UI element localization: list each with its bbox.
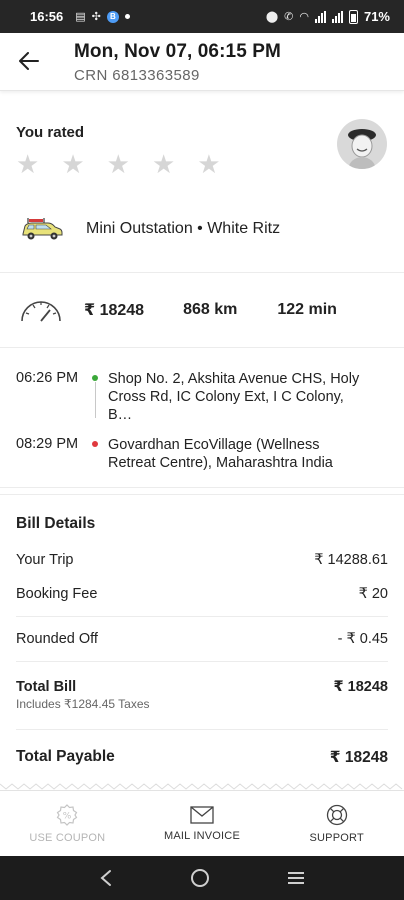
car-icon bbox=[22, 218, 63, 240]
more-notifications-dot bbox=[124, 14, 130, 19]
bill-details: Bill Details Your Trip ₹ 14288.61 Bookin… bbox=[0, 494, 404, 779]
driver-avatar bbox=[337, 119, 387, 169]
wifi-icon: ◠ bbox=[299, 11, 309, 23]
drone-icon: ✣ bbox=[91, 11, 101, 23]
drop-dot-icon bbox=[92, 441, 98, 447]
pickup-dot-icon bbox=[92, 375, 98, 381]
bill-trip-value: ₹ 14288.61 bbox=[314, 552, 388, 568]
trip-distance: 868 km bbox=[183, 301, 238, 318]
star-icon[interactable]: ★ bbox=[16, 151, 39, 177]
location-icon: ⬤ bbox=[265, 11, 279, 23]
bill-booking-fee-value: ₹ 20 bbox=[358, 586, 388, 602]
bill-row-rounded-off: Rounded Off - ₹ 0.45 bbox=[16, 622, 388, 656]
nav-recents-icon[interactable] bbox=[287, 870, 305, 886]
support-label: SUPPORT bbox=[309, 831, 364, 844]
drop-address: Govardhan EcoVillage (Wellness Retreat C… bbox=[108, 437, 333, 471]
bill-rounded-off-label: Rounded Off bbox=[16, 631, 98, 647]
nav-back-icon[interactable] bbox=[99, 869, 113, 887]
rating-section: You rated ★ ★ ★ ★ ★ bbox=[0, 91, 404, 186]
mail-invoice-button[interactable]: MAIL INVOICE bbox=[135, 791, 270, 856]
trip-duration: 122 min bbox=[277, 301, 337, 318]
pickup-row: 06:26 PM Shop No. 2, Akshita Avenue CHS,… bbox=[16, 370, 388, 424]
signal-icon-1 bbox=[314, 10, 326, 23]
status-bar: 16:56 ▤ ✣ B ⬤ ✆ ◠ 71% bbox=[0, 0, 404, 33]
bill-row-booking-fee: Booking Fee ₹ 20 bbox=[16, 577, 388, 611]
pickup-address: Shop No. 2, Akshita Avenue CHS, Holy Cro… bbox=[108, 371, 360, 423]
back-button[interactable] bbox=[0, 41, 58, 81]
divider bbox=[16, 729, 388, 730]
bill-row-trip: Your Trip ₹ 14288.61 bbox=[16, 543, 388, 577]
vehicle-info: Mini Outstation • White Ritz bbox=[0, 186, 404, 273]
bill-booking-fee-label: Booking Fee bbox=[16, 586, 98, 602]
signal-icon-2 bbox=[331, 10, 343, 23]
support-button[interactable]: SUPPORT bbox=[269, 791, 404, 856]
bottom-actions: % USE COUPON MAIL INVOICE SUPPORT bbox=[0, 790, 404, 856]
arrow-left-icon bbox=[19, 52, 39, 70]
driver-icon bbox=[348, 129, 376, 169]
drop-time: 08:29 PM bbox=[16, 436, 79, 452]
total-bill-label: Total Bill bbox=[16, 679, 77, 695]
svg-text:%: % bbox=[63, 811, 72, 821]
use-coupon-button[interactable]: % USE COUPON bbox=[0, 791, 135, 856]
ride-header: Mon, Nov 07, 06:15 PM CRN 6813363589 bbox=[0, 33, 404, 91]
nav-home-icon[interactable] bbox=[190, 868, 210, 888]
system-nav-bar bbox=[0, 856, 404, 900]
crn-number: CRN 6813363589 bbox=[74, 67, 200, 84]
battery-level: 71% bbox=[363, 9, 390, 24]
total-bill-row: Total Bill Includes ₹1284.45 Taxes ₹ 182… bbox=[16, 667, 388, 724]
mail-invoice-label: MAIL INVOICE bbox=[164, 829, 240, 842]
support-icon bbox=[326, 804, 347, 825]
vehicle-name: Mini Outstation • White Ritz bbox=[86, 220, 281, 237]
trip-stats: ₹ 18248 868 km 122 min bbox=[0, 273, 404, 348]
tax-note: Includes ₹1284.45 Taxes bbox=[16, 697, 150, 711]
star-icon[interactable]: ★ bbox=[197, 151, 220, 177]
route-connector bbox=[95, 382, 96, 418]
total-payable-row: Total Payable ₹ 18248 bbox=[16, 735, 388, 779]
trip-fare: ₹ 18248 bbox=[84, 302, 145, 319]
pickup-time: 06:26 PM bbox=[16, 370, 79, 386]
call-wifi-icon: ✆ bbox=[284, 11, 294, 23]
divider bbox=[16, 661, 388, 662]
star-rating[interactable]: ★ ★ ★ ★ ★ bbox=[16, 151, 388, 177]
bill-rounded-off-value: - ₹ 0.45 bbox=[337, 631, 388, 647]
use-coupon-label: USE COUPON bbox=[29, 831, 106, 844]
coupon-icon: % bbox=[57, 803, 78, 826]
app-badge-icon: B bbox=[106, 10, 119, 23]
bill-title: Bill Details bbox=[16, 515, 96, 532]
divider bbox=[16, 616, 388, 617]
battery-icon bbox=[348, 9, 358, 24]
speedometer-icon bbox=[21, 301, 61, 322]
mail-icon bbox=[190, 805, 214, 824]
route-section: 06:26 PM Shop No. 2, Akshita Avenue CHS,… bbox=[0, 348, 404, 488]
star-icon[interactable]: ★ bbox=[152, 151, 175, 177]
page-title: Mon, Nov 07, 06:15 PM bbox=[74, 41, 281, 62]
drop-row: 08:29 PM Govardhan EcoVillage (Wellness … bbox=[16, 436, 388, 472]
bill-trip-label: Your Trip bbox=[16, 552, 74, 568]
status-time: 16:56 bbox=[30, 9, 64, 24]
total-bill-value: ₹ 18248 bbox=[333, 679, 388, 695]
star-icon[interactable]: ★ bbox=[61, 151, 84, 177]
rating-label: You rated bbox=[16, 124, 85, 141]
total-payable-label: Total Payable bbox=[16, 748, 115, 765]
total-payable-value: ₹ 18248 bbox=[329, 748, 388, 766]
star-icon[interactable]: ★ bbox=[107, 151, 130, 177]
notes-icon: ▤ bbox=[75, 11, 86, 23]
